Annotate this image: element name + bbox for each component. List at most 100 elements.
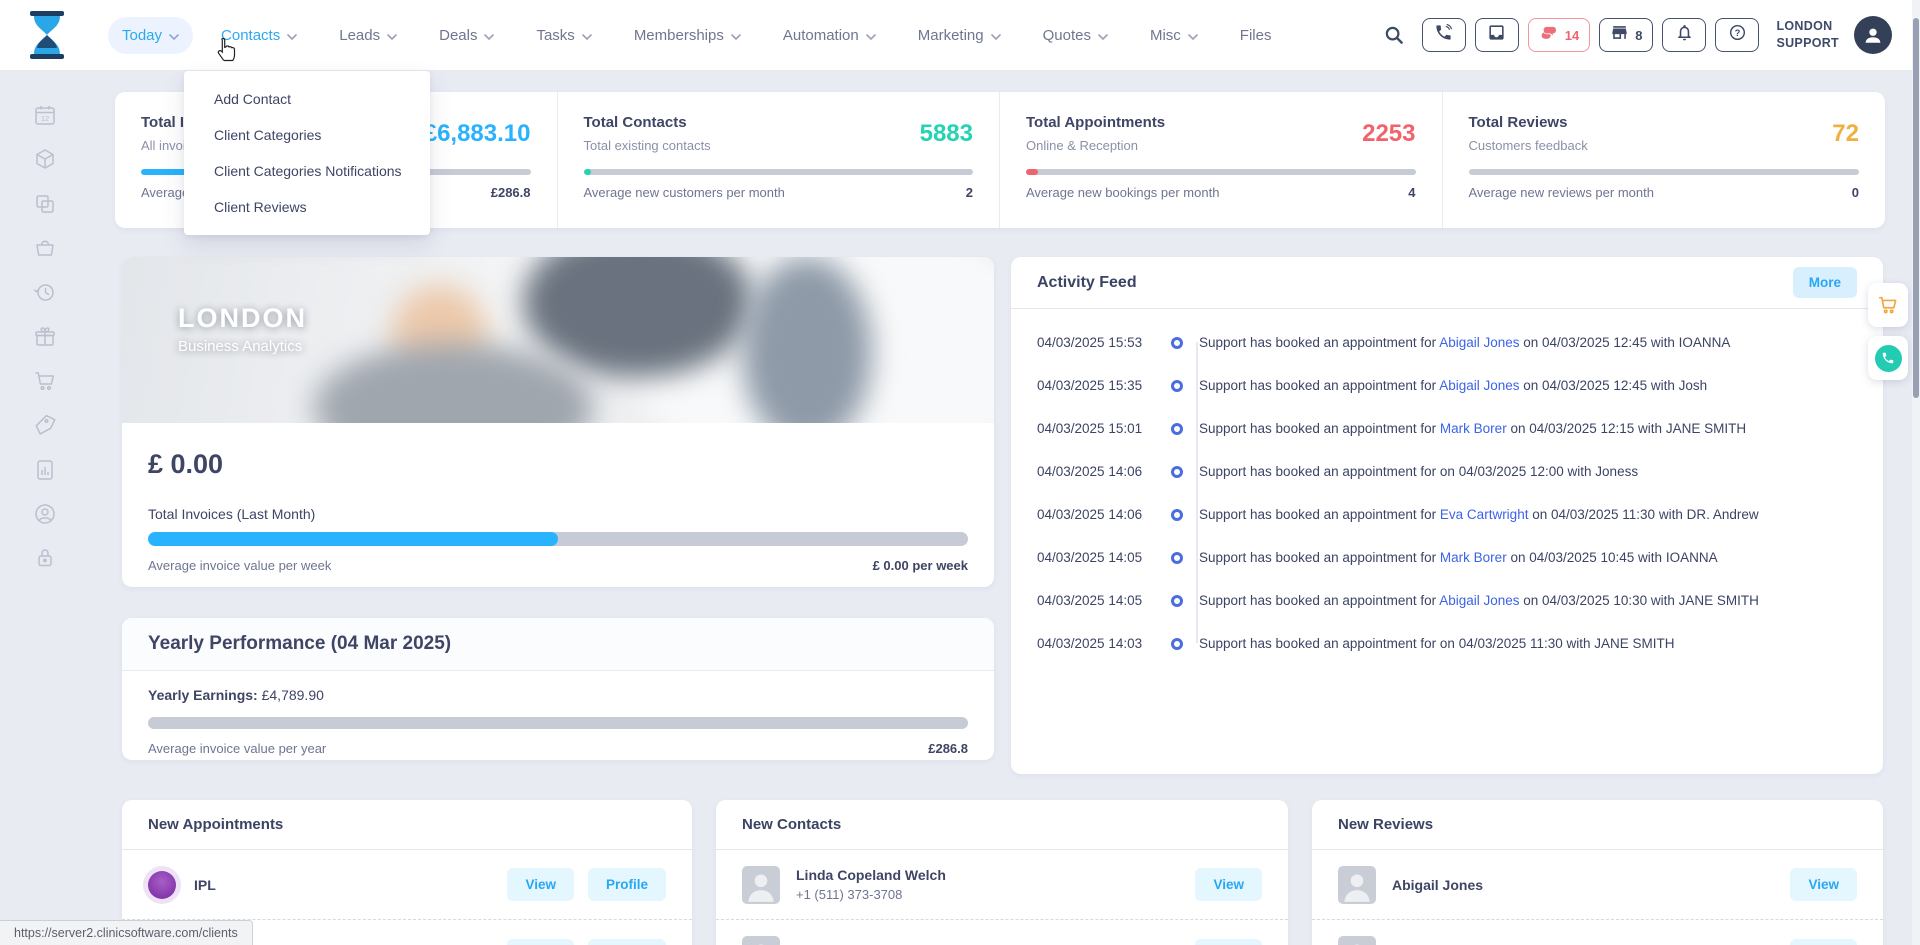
nav-item-today[interactable]: Today xyxy=(108,17,193,54)
nav-item-marketing[interactable]: Marketing xyxy=(904,17,1015,54)
avatar xyxy=(1338,936,1376,945)
user-avatar[interactable] xyxy=(1854,16,1892,54)
sidebar-item-gift[interactable] xyxy=(33,325,57,349)
chevron-down-icon xyxy=(991,27,1001,44)
sidebar-item-copy[interactable] xyxy=(33,192,57,216)
main-nav: Today Contacts Leads Deals Tasks Members… xyxy=(108,0,1285,70)
stat-subtitle: Total existing contacts xyxy=(584,138,711,153)
stat-progress xyxy=(584,169,974,175)
menu-item-client-categories[interactable]: Client Categories xyxy=(184,117,430,153)
nav-label: Quotes xyxy=(1043,27,1091,44)
activity-text: on 04/03/2025 12:45 with Josh xyxy=(1520,378,1708,393)
more-button[interactable]: More xyxy=(1793,267,1857,298)
nav-item-contacts[interactable]: Contacts xyxy=(207,17,311,54)
chevron-down-icon xyxy=(1098,27,1108,44)
app-logo-icon[interactable] xyxy=(24,10,70,60)
activity-text: on 04/03/2025 12:15 with JANE SMITH xyxy=(1507,421,1746,436)
sidebar-item-calendar[interactable]: 12 xyxy=(33,103,57,127)
appointment-avatar xyxy=(148,871,176,899)
user-name: LONDON SUPPORT xyxy=(1776,18,1839,52)
help-button[interactable]: ? xyxy=(1715,18,1759,52)
contact-link[interactable]: Mark Borer xyxy=(1440,421,1507,436)
notifications-button[interactable] xyxy=(1662,18,1706,52)
contact-link[interactable]: Abigail Jones xyxy=(1439,593,1519,608)
view-button[interactable]: View xyxy=(507,868,574,901)
sidebar-item-cart[interactable] xyxy=(33,369,57,393)
nav-item-leads[interactable]: Leads xyxy=(325,17,411,54)
contact-link[interactable]: Abigail Jones xyxy=(1439,335,1519,350)
invoice-label: Total Invoices (Last Month) xyxy=(148,506,968,522)
profile-button[interactable]: Profile xyxy=(588,868,666,901)
user-icon xyxy=(1862,24,1884,46)
menu-item-add-contact[interactable]: Add Contact xyxy=(184,81,430,117)
contact-row: Cedric Richmond Hinton View xyxy=(716,920,1288,945)
stat-title: Total Appointments xyxy=(1026,114,1165,131)
reviewer-name: Abigail Jones xyxy=(1392,877,1483,893)
chevron-down-icon xyxy=(169,27,179,44)
stat-footer-label: Average new bookings per month xyxy=(1026,185,1219,200)
sidebar-item-support[interactable] xyxy=(33,502,57,526)
chevron-down-icon xyxy=(387,27,397,44)
profile-button[interactable]: Profile xyxy=(588,939,666,945)
nav-label: Deals xyxy=(439,27,477,44)
inbox-button[interactable] xyxy=(1475,18,1519,52)
sidebar-item-tag[interactable] xyxy=(33,413,57,437)
nav-label: Contacts xyxy=(221,27,280,44)
view-button[interactable]: View xyxy=(507,939,574,945)
sidebar-item-package[interactable] xyxy=(33,147,57,171)
phone-button[interactable] xyxy=(1422,18,1466,52)
cart-icon xyxy=(1877,294,1899,316)
nav-label: Files xyxy=(1240,27,1272,44)
chevron-down-icon xyxy=(866,27,876,44)
svg-text:12: 12 xyxy=(41,114,49,123)
floating-cart-button[interactable] xyxy=(1868,283,1908,327)
nav-item-automation[interactable]: Automation xyxy=(769,17,890,54)
floating-phone-button[interactable] xyxy=(1868,336,1908,380)
scrollbar-thumb[interactable] xyxy=(1913,18,1919,398)
nav-item-tasks[interactable]: Tasks xyxy=(522,17,605,54)
contact-link[interactable]: Eva Cartwright xyxy=(1440,507,1529,522)
nav-item-files[interactable]: Files xyxy=(1226,17,1286,54)
timeline-dot-icon xyxy=(1171,423,1183,435)
sidebar-item-report[interactable] xyxy=(33,458,57,482)
activity-timestamp: 04/03/2025 14:05 xyxy=(1037,593,1155,608)
nav-item-memberships[interactable]: Memberships xyxy=(620,17,755,54)
stat-card-total-contacts: Total Contacts Total existing contacts 5… xyxy=(558,92,1001,228)
view-button[interactable]: View xyxy=(1790,868,1857,901)
yearly-footer-value: £286.8 xyxy=(928,741,968,756)
status-url-tooltip: https://server2.clinicsoftware.com/clien… xyxy=(0,920,253,945)
activity-row: 04/03/2025 14:06 Support has booked an a… xyxy=(1037,450,1857,493)
nav-item-quotes[interactable]: Quotes xyxy=(1029,17,1122,54)
view-button[interactable]: View xyxy=(1790,939,1857,945)
view-button[interactable]: View xyxy=(1195,939,1262,945)
business-analytics-card: LONDON Business Analytics £ 0.00 Total I… xyxy=(122,257,994,587)
yearly-progress xyxy=(148,717,968,729)
scrollbar-track[interactable] xyxy=(1912,0,1920,945)
activity-text: on 04/03/2025 11:30 with DR. Andrew xyxy=(1528,507,1758,522)
store-button[interactable]: 8 xyxy=(1599,18,1653,52)
search-icon[interactable] xyxy=(1383,24,1405,46)
chat-button[interactable]: 14 xyxy=(1528,18,1590,52)
contact-link[interactable]: Abigail Jones xyxy=(1439,378,1519,393)
invoice-amount: £ 0.00 xyxy=(148,449,968,480)
menu-item-client-reviews[interactable]: Client Reviews xyxy=(184,189,430,225)
review-row: Abigail Jones View xyxy=(1312,920,1883,945)
sidebar-item-history[interactable] xyxy=(33,280,57,304)
nav-item-deals[interactable]: Deals xyxy=(425,17,508,54)
stat-footer-label: Average new reviews per month xyxy=(1469,185,1654,200)
nav-item-misc[interactable]: Misc xyxy=(1136,17,1212,54)
nav-label: Misc xyxy=(1150,27,1181,44)
activity-text: Support has booked an appointment for xyxy=(1199,636,1436,651)
activity-text: on 04/03/2025 10:45 with IOANNA xyxy=(1507,550,1718,565)
sidebar-item-basket[interactable] xyxy=(33,236,57,260)
inbox-icon xyxy=(1487,23,1506,47)
stat-value: 5883 xyxy=(920,120,973,148)
sidebar-item-lock[interactable] xyxy=(33,546,57,570)
yearly-performance-card: Yearly Performance (04 Mar 2025) Yearly … xyxy=(122,618,994,760)
view-button[interactable]: View xyxy=(1195,868,1262,901)
nav-label: Leads xyxy=(339,27,380,44)
store-icon xyxy=(1610,23,1629,47)
menu-item-client-categories-notifications[interactable]: Client Categories Notifications xyxy=(184,153,430,189)
contact-link[interactable]: Mark Borer xyxy=(1440,550,1507,565)
stat-title: Total Reviews xyxy=(1469,114,1588,131)
